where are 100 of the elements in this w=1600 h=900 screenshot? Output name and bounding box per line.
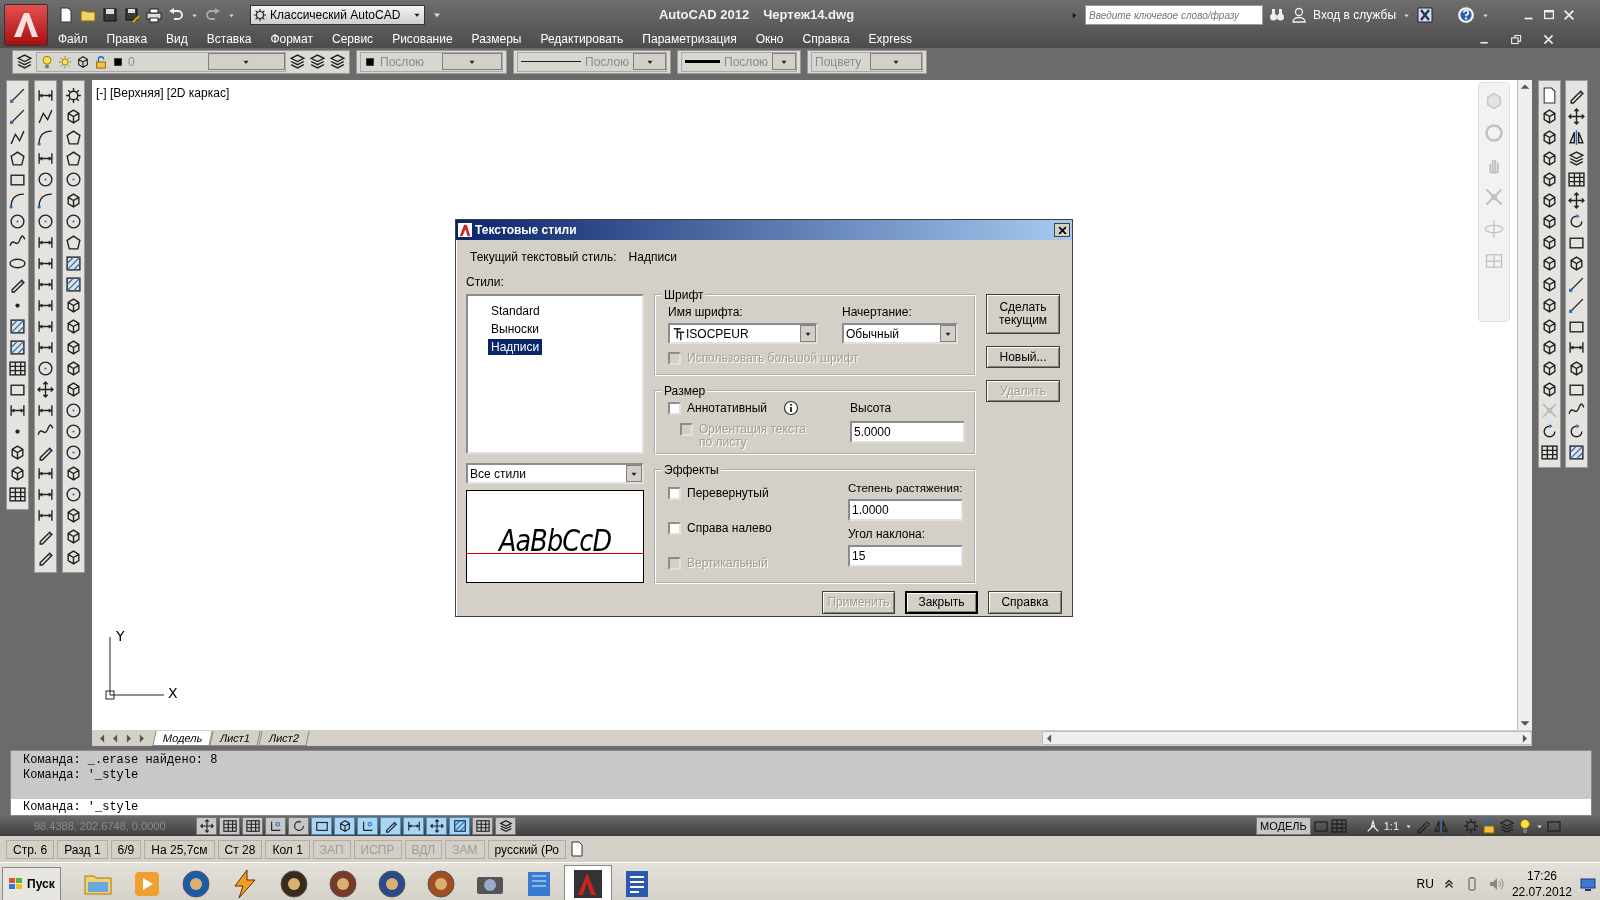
box-icon[interactable] xyxy=(65,507,82,524)
circle-icon[interactable] xyxy=(65,423,82,440)
box-icon[interactable] xyxy=(1541,381,1558,398)
menu-item[interactable]: Окно xyxy=(755,30,784,48)
polyline-icon[interactable] xyxy=(37,108,54,125)
box-icon[interactable] xyxy=(65,297,82,314)
box-icon[interactable] xyxy=(9,444,26,461)
box-icon[interactable] xyxy=(65,339,82,356)
layout-tab[interactable]: Лист1 xyxy=(209,730,262,746)
box-icon[interactable] xyxy=(1541,150,1558,167)
layout-tab[interactable]: Лист2 xyxy=(257,730,310,746)
new-file-icon[interactable] xyxy=(58,7,74,23)
model-space-button[interactable]: МОДЕЛЬ xyxy=(1256,817,1311,835)
box-icon[interactable] xyxy=(1541,129,1558,146)
line-icon[interactable] xyxy=(9,87,26,104)
checkbox[interactable] xyxy=(668,486,681,500)
box-icon[interactable] xyxy=(1541,171,1558,188)
box-icon[interactable] xyxy=(1568,360,1585,377)
mirror-icon[interactable] xyxy=(1568,129,1585,146)
restore-icon[interactable] xyxy=(1510,32,1523,46)
horizontal-scrollbar[interactable] xyxy=(1042,731,1532,745)
style-list-item[interactable]: Standard xyxy=(488,303,543,319)
layers-icon[interactable] xyxy=(289,53,306,70)
new-file-icon[interactable] xyxy=(1541,87,1558,104)
grid-icon[interactable] xyxy=(9,360,26,377)
save-as-icon[interactable] xyxy=(124,7,140,23)
arc-icon[interactable] xyxy=(37,192,54,209)
menu-item[interactable]: Размеры xyxy=(471,30,522,48)
move-icon[interactable] xyxy=(1568,108,1585,125)
layout-tab[interactable]: Модель xyxy=(152,730,214,746)
box-icon[interactable] xyxy=(1541,297,1558,314)
box-icon[interactable] xyxy=(65,381,82,398)
polygon-icon[interactable] xyxy=(65,150,82,167)
layers-icon[interactable] xyxy=(1568,150,1585,167)
arc-icon[interactable] xyxy=(37,129,54,146)
dimension-icon[interactable] xyxy=(37,276,54,293)
circle-icon[interactable] xyxy=(37,171,54,188)
box-icon[interactable] xyxy=(65,108,82,125)
circle-icon[interactable] xyxy=(65,486,82,503)
polygon-icon[interactable] xyxy=(65,234,82,251)
rotate-icon[interactable] xyxy=(1568,423,1585,440)
menu-item[interactable]: Формат xyxy=(270,30,314,48)
menu-item[interactable]: Рисование xyxy=(392,30,453,48)
rotate-icon[interactable] xyxy=(1541,423,1558,440)
line-icon[interactable] xyxy=(1568,276,1585,293)
layers-icon[interactable] xyxy=(16,53,33,70)
box-icon[interactable] xyxy=(1541,360,1558,377)
dimension-icon[interactable] xyxy=(37,297,54,314)
cross-square-icon[interactable] xyxy=(1417,7,1433,23)
dialog-button[interactable]: Сделать текущим xyxy=(986,294,1060,334)
menu-item[interactable]: Вставка xyxy=(206,30,252,48)
box-icon[interactable] xyxy=(1541,234,1558,251)
hatch-icon[interactable] xyxy=(1568,444,1585,461)
menu-item[interactable]: Сервис xyxy=(332,30,374,48)
dimension-icon[interactable] xyxy=(1568,339,1585,356)
drafting-toggle[interactable] xyxy=(472,817,493,835)
hatch-icon[interactable] xyxy=(9,339,26,356)
redo-icon[interactable] xyxy=(205,7,221,23)
box-icon[interactable] xyxy=(65,318,82,335)
menu-item[interactable]: Express xyxy=(868,30,912,48)
move-icon[interactable] xyxy=(37,381,54,398)
dialog-button[interactable]: Закрыть xyxy=(905,591,978,614)
width-factor-field[interactable]: 1.0000 xyxy=(848,499,963,522)
drafting-toggle[interactable] xyxy=(403,817,424,835)
box-icon[interactable] xyxy=(1541,318,1558,335)
drafting-toggle[interactable] xyxy=(449,817,470,835)
font-name-dropdown[interactable]: ISOCPEUR xyxy=(668,323,818,344)
monitor-icon[interactable] xyxy=(1580,875,1596,892)
dimension-icon[interactable] xyxy=(37,465,54,482)
drafting-toggle[interactable] xyxy=(196,817,217,835)
grid-icon[interactable] xyxy=(9,486,26,503)
drafting-toggle[interactable] xyxy=(265,817,286,835)
box-icon[interactable] xyxy=(65,528,82,545)
circle-icon[interactable] xyxy=(65,171,82,188)
dimension-icon[interactable] xyxy=(37,486,54,503)
box-icon[interactable] xyxy=(1541,339,1558,356)
search-field[interactable]: Введите ключевое слово/фразу xyxy=(1085,5,1263,25)
user-icon[interactable] xyxy=(1291,7,1307,23)
dimension-icon[interactable] xyxy=(37,507,54,524)
grid-icon[interactable] xyxy=(1541,444,1558,461)
drafting-toggle[interactable] xyxy=(219,817,240,835)
menu-item[interactable]: Правка xyxy=(106,30,148,48)
taskbar-button[interactable] xyxy=(563,864,612,900)
binoculars-icon[interactable] xyxy=(1269,7,1285,23)
polyline-icon[interactable] xyxy=(9,129,26,146)
box-icon[interactable] xyxy=(1541,213,1558,230)
close-icon[interactable] xyxy=(1562,8,1576,22)
oblique-angle-field[interactable]: 15 xyxy=(848,545,963,568)
checkbox[interactable] xyxy=(668,401,681,415)
line-icon[interactable] xyxy=(1568,297,1585,314)
language-indicator[interactable]: RU xyxy=(1416,874,1434,893)
padlock-icon[interactable] xyxy=(1481,818,1497,834)
close-icon[interactable] xyxy=(1542,32,1555,46)
circle-icon[interactable] xyxy=(37,213,54,230)
clock[interactable]: 17:26 22.07.2012 xyxy=(1511,867,1572,900)
folder-icon[interactable] xyxy=(80,7,96,23)
layers-icon[interactable] xyxy=(309,53,326,70)
help-icon[interactable] xyxy=(1457,6,1475,24)
height-field[interactable]: 5.0000 xyxy=(850,421,965,443)
box-icon[interactable] xyxy=(1568,255,1585,272)
